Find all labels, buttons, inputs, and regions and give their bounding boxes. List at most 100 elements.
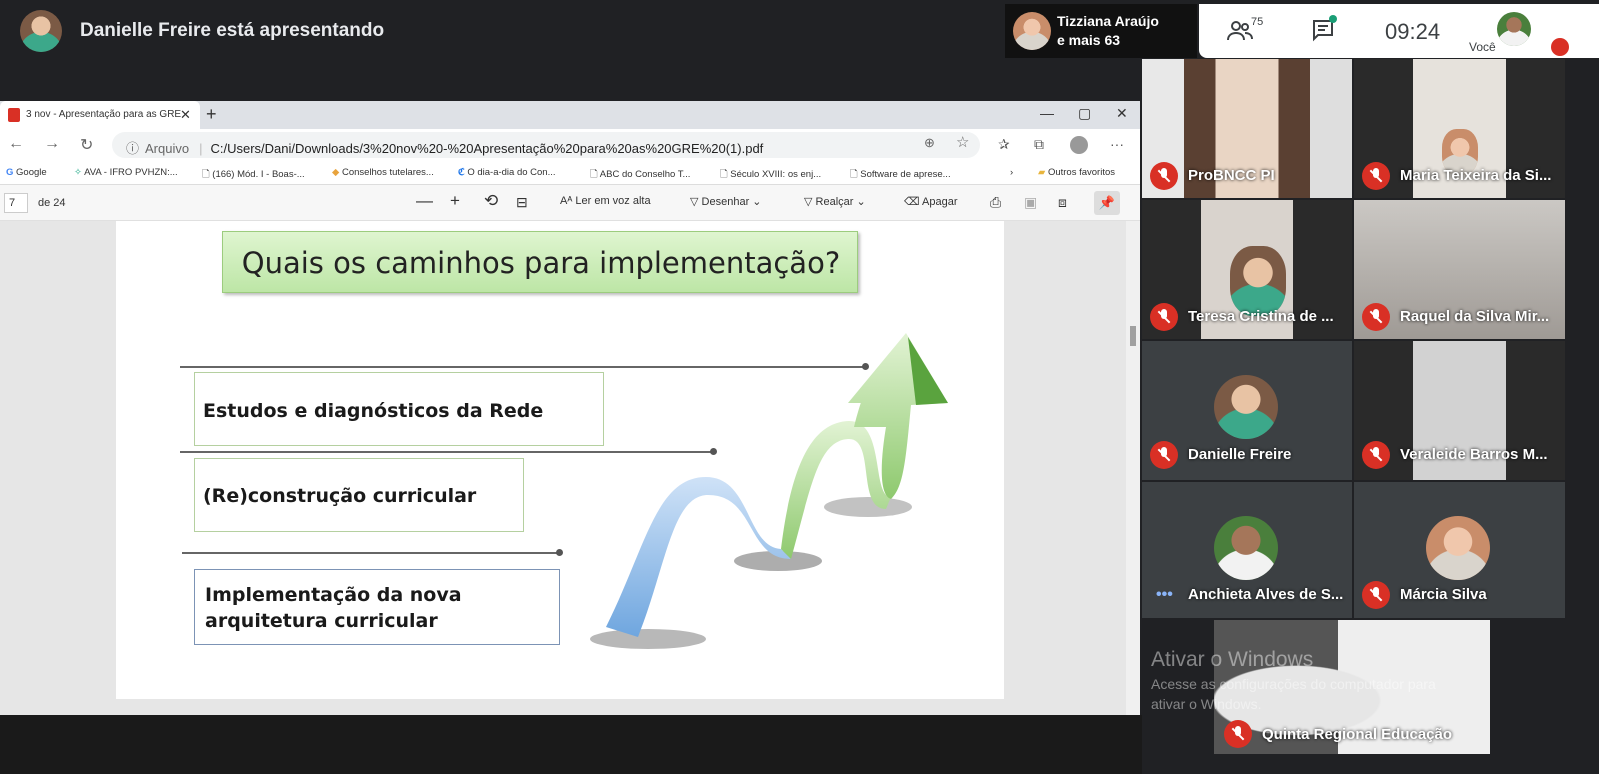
participant-video [1230,246,1286,316]
minimize-icon[interactable]: — [1040,105,1054,121]
bookmark-item[interactable]: G Google [6,167,47,178]
pdf-scrollbar[interactable] [1126,221,1140,715]
active-speaker-box[interactable]: Tizziana Araújo e mais 63 [1005,4,1197,58]
favorite-star-icon[interactable]: ☆ [956,133,969,151]
people-count: 75 [1251,16,1264,28]
pdf-icon [8,108,20,122]
mic-off-icon [1362,441,1390,469]
mic-off-icon [1224,720,1252,748]
speaker-name: Tizziana Araújo [1057,13,1159,29]
zoom-in-icon[interactable]: + [450,191,460,211]
participant-tile[interactable]: Danielle Freire [1142,341,1352,480]
highlight-button[interactable]: ▽ Realçar ⌄ [804,195,866,208]
shared-browser-window: 3 nov - Apresentação para as GRE ✕ + — ▢… [0,101,1140,715]
participant-name: Veraleide Barros M... [1400,446,1548,463]
tab-title: 3 nov - Apresentação para as GRE [26,109,182,120]
bookmark-item[interactable]: ◆ Conselhos tutelares... [332,167,434,178]
self-label: Você [1469,40,1496,54]
more-menu-icon[interactable]: ··· [1110,136,1124,152]
mic-off-icon [1150,441,1178,469]
speaker-more-count: e mais 63 [1057,32,1121,48]
people-icon[interactable] [1227,20,1253,42]
participant-avatar [1214,516,1278,580]
collections-icon[interactable]: ⧉ [1034,136,1044,153]
participant-tile[interactable]: Veraleide Barros M... [1354,341,1565,480]
step-box-1: Estudos e diagnósticos da Rede [194,372,604,446]
site-icon: ℭ [458,167,465,178]
address-bar[interactable]: ⓘ Arquivo | C:/Users/Dani/Downloads/3%20nov… [112,132,980,158]
ava-icon: ✧ [74,167,82,178]
bookmark-item[interactable]: ℭ O dia-a-dia do Con... [458,167,556,178]
draw-button[interactable]: ▽ Desenhar ⌄ [690,195,762,208]
window-close-icon[interactable]: ✕ [1116,105,1128,122]
bottom-band [0,715,1142,774]
chevron-down-icon: ⌄ [752,196,762,208]
zoom-out-icon[interactable]: — [416,191,433,211]
watermark-line: ativar o Windows. [1151,696,1262,712]
refresh-icon[interactable]: ↻ [80,135,93,155]
read-aloud-icon: Aᴬ [560,195,573,207]
participant-tile[interactable]: Márcia Silva [1354,482,1565,618]
back-arrow-icon[interactable]: ← [8,135,24,153]
participant-name: Maria Teixeira da Si... [1400,167,1552,184]
slide-title: Quais os caminhos para implementação? [241,246,841,280]
save-as-icon[interactable]: ⧈ [1058,194,1067,211]
page-total: de 24 [38,197,66,209]
participant-tile[interactable]: Teresa Cristina de ... [1142,200,1352,339]
rotate-icon[interactable]: ⟲ [484,191,498,211]
watermark-title: Ativar o Windows [1151,648,1314,671]
close-icon[interactable]: ✕ [180,107,191,123]
chevron-right-icon[interactable]: › [1010,167,1013,178]
zoom-icon[interactable]: ⊕ [924,135,935,151]
bookmark-folder[interactable]: ▰ Outros favoritos [1038,167,1115,178]
address-row: ← → ↻ ⓘ Arquivo | C:/Users/Dani/Downloads/3… [0,129,1140,161]
participant-tile[interactable]: Maria Teixeira da Si... [1354,59,1565,198]
print-icon[interactable]: ⎙ [990,194,1001,211]
maximize-icon[interactable]: ▢ [1078,105,1091,122]
pin-icon[interactable]: 📌 [1094,191,1120,215]
presenter-banner: Danielle Freire está apresentando [80,20,385,41]
participant-tile[interactable]: ProBNCC PI [1142,59,1352,198]
slide-title-box: Quais os caminhos para implementação? [222,231,858,293]
bookmark-item[interactable]: 🗋 Século XVIII: os enj... [720,167,821,183]
plus-icon[interactable]: + [206,104,217,125]
participant-name: Quinta Regional Educação [1262,726,1453,743]
self-avatar[interactable] [1497,12,1531,46]
bookmark-item[interactable]: 🗋 ABC do Conselho T... [590,167,690,183]
self-mic-off-icon [1551,38,1569,56]
participant-name: Teresa Cristina de ... [1188,308,1334,325]
watermark-line: Acesse as configurações do computador pa… [1151,676,1436,692]
bookmark-item[interactable]: 🗋 (166) Mód. I - Boas-... [202,167,305,183]
windows-activation-watermark: Ativar o Windows Acesse as configurações… [1151,648,1521,714]
slide-page: Quais os caminhos para implementação? Es… [116,221,1004,699]
participant-tile[interactable]: ••• Anchieta Alves de S... [1142,482,1352,618]
participant-tile[interactable]: Raquel da Silva Mir... [1354,200,1565,339]
participant-avatar [1214,375,1278,439]
favorites-icon[interactable]: ✰ [998,136,1010,153]
forward-arrow-icon[interactable]: → [44,135,60,153]
meeting-clock: 09:24 [1385,19,1441,44]
read-aloud-button[interactable]: Aᴬ Ler em voz alta [560,195,651,207]
scroll-thumb[interactable] [1130,326,1136,346]
tab-pdf[interactable]: 3 nov - Apresentação para as GRE ✕ [0,101,200,129]
bookmark-item[interactable]: ✧ AVA - IFRO PVHZN:... [74,167,178,178]
step-box-2: (Re)construção curricular [194,458,524,532]
chevron-down-icon: ⌄ [856,196,866,208]
info-icon: ⓘ [126,141,140,156]
save-icon[interactable]: ▣ [1024,194,1037,211]
participant-avatar [1426,516,1490,580]
chat-notification-dot [1329,15,1337,23]
line-end-dot [556,549,563,556]
address-prefix: Arquivo [145,141,190,156]
divider [182,552,560,554]
page-icon: 🗋 [590,169,598,180]
erase-button[interactable]: ⌫ Apagar [904,195,958,208]
profile-icon[interactable] [1070,136,1088,154]
participant-name: Danielle Freire [1188,446,1292,463]
meet-controls: 75 09:24 Você [1199,4,1599,58]
draw-icon: ▽ [690,196,699,208]
page-number-input[interactable]: 7 [4,193,28,213]
bookmark-item[interactable]: 🗋 Software de aprese... [850,167,951,183]
folder-icon: ▰ [1038,167,1046,178]
fit-page-icon[interactable]: ⊟ [516,194,528,211]
